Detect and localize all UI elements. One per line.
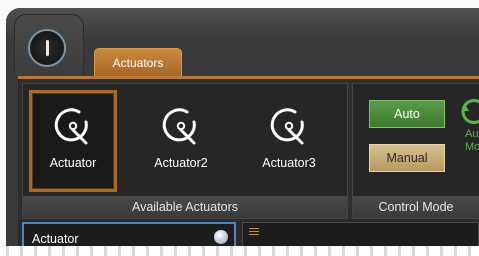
power-button[interactable] xyxy=(28,29,66,67)
actuator-card-2[interactable]: Actuator2 xyxy=(137,90,225,192)
available-actuators-group: Actuator Actuator2 Actuator3 Available A… xyxy=(22,83,348,219)
app-window: Actuators Actuator Actuator2 Actuator3 A… xyxy=(6,8,479,256)
actuator-card-label: Actuator2 xyxy=(154,156,208,170)
actuator-rotate-icon xyxy=(54,108,88,145)
power-tab xyxy=(14,14,84,75)
auto-mode-text-line1: Au xyxy=(465,128,479,140)
ribbon: Actuator Actuator2 Actuator3 Available A… xyxy=(18,76,479,221)
control-mode-group: Auto Manual Au Mo Control Mode xyxy=(352,83,479,219)
menu-icon[interactable] xyxy=(249,228,259,235)
actuator-card-3[interactable]: Actuator3 xyxy=(245,90,333,192)
status-indicator-icon xyxy=(214,230,228,244)
actuator-rotate-icon xyxy=(270,108,304,145)
power-icon xyxy=(45,40,49,56)
cropped-bottom-strip xyxy=(0,246,479,256)
auto-mode-text-line2: Mo xyxy=(465,141,479,153)
actuator-card-label: Actuator xyxy=(49,156,97,170)
actuator-rotate-icon xyxy=(162,108,196,145)
available-actuators-caption: Available Actuators xyxy=(23,196,347,218)
tab-actuators[interactable]: Actuators xyxy=(94,48,182,76)
actuator-panel-title: Actuator xyxy=(32,232,79,246)
actuator-card-label: Actuator3 xyxy=(262,156,316,170)
auto-mode-label: Au Mo xyxy=(465,128,479,154)
auto-button[interactable]: Auto xyxy=(369,100,445,128)
control-mode-caption: Control Mode xyxy=(353,196,479,218)
manual-button[interactable]: Manual xyxy=(369,144,445,172)
auto-mode-icon[interactable] xyxy=(459,96,479,126)
actuator-card-1[interactable]: Actuator xyxy=(29,90,117,192)
